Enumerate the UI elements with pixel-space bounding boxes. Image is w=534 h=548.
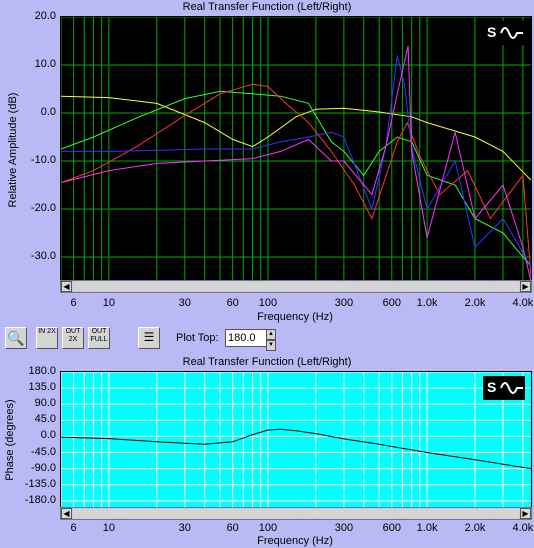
top-chart-title: Real Transfer Function (Left/Right) xyxy=(182,1,352,13)
y-tick-label: 180.0 xyxy=(28,365,56,377)
amplitude-plot[interactable]: S xyxy=(60,16,532,282)
sia-logo-icon-phase: S xyxy=(483,376,525,400)
x-tick-label: 600 xyxy=(382,522,401,534)
settings-list-button[interactable]: ☰ xyxy=(138,327,160,349)
phase-horizontal-scrollbar[interactable]: ◀ ▶ xyxy=(60,507,532,520)
x-tick-label: 10 xyxy=(102,522,116,534)
x-tick-label: 1.0k xyxy=(416,522,438,534)
scroll-left-arrow[interactable]: ◀ xyxy=(61,281,72,292)
x-tick-label: 300 xyxy=(334,522,354,534)
x-tick-label: 1.0k xyxy=(416,297,438,309)
zoom-out-2x-button[interactable]: OUT 2X xyxy=(62,327,84,349)
scroll-track[interactable] xyxy=(73,509,519,518)
zoom-out-full-button[interactable]: OUT FULL xyxy=(88,327,110,349)
phase-chart-title: Real Transfer Function (Left/Right) xyxy=(182,356,352,368)
x-tick-label: 6 xyxy=(70,522,77,534)
x-tick-label: 30 xyxy=(178,297,191,309)
y-tick-label: 10.0 xyxy=(34,58,56,70)
x-tick-label: 100 xyxy=(258,522,278,534)
y-tick-label: 20.0 xyxy=(34,10,56,22)
series-line xyxy=(61,428,531,470)
x-tick-label: 6 xyxy=(70,297,77,309)
amplitude-horizontal-scrollbar[interactable]: ◀ ▶ xyxy=(60,280,532,293)
x-tick-label: 60 xyxy=(226,522,239,534)
amplitude-y-label: Relative Amplitude (dB) xyxy=(7,92,19,208)
amplitude-chart-svg xyxy=(61,17,531,281)
svg-text:S: S xyxy=(487,379,496,395)
svg-text:S: S xyxy=(487,24,496,40)
scroll-right-arrow[interactable]: ▶ xyxy=(520,281,531,292)
sia-logo-icon: S xyxy=(483,21,525,45)
phase-chart-svg xyxy=(61,372,531,508)
x-tick-label: 10 xyxy=(102,297,116,309)
plot-top-input[interactable] xyxy=(225,329,271,347)
x-tick-label: 4.0k xyxy=(512,522,534,534)
y-tick-label: -180.0 xyxy=(24,493,56,506)
phase-plot[interactable]: S xyxy=(60,371,532,509)
phase-x-label: Frequency (Hz) xyxy=(257,535,333,547)
series-line xyxy=(61,45,531,281)
x-tick-label: 30 xyxy=(178,522,191,534)
series-line xyxy=(61,90,531,267)
plot-top-label: Plot Top: xyxy=(176,332,219,344)
phase-y-label: Phase (degrees) xyxy=(4,399,16,481)
zoom-out-full-label: OUT FULL xyxy=(90,328,108,343)
list-icon: ☰ xyxy=(143,330,155,344)
scroll-track[interactable] xyxy=(73,282,519,291)
x-tick-label: 60 xyxy=(226,297,239,309)
zoom-in-2x-button[interactable]: IN 2X xyxy=(36,327,58,349)
x-tick-label: 4.0k xyxy=(512,297,534,309)
x-tick-label: 600 xyxy=(382,297,401,309)
scroll-right-arrow[interactable]: ▶ xyxy=(520,508,531,519)
scroll-left-arrow[interactable]: ◀ xyxy=(61,508,72,519)
spin-down-icon[interactable]: ▼ xyxy=(266,340,276,351)
x-tick-label: 300 xyxy=(334,297,354,309)
x-tick-label: 2.0k xyxy=(464,297,486,309)
zoom-tool-button[interactable]: 🔍 xyxy=(5,327,27,349)
zoom-out-2x-label: OUT 2X xyxy=(65,328,81,343)
spin-up-icon[interactable]: ▲ xyxy=(266,329,276,340)
y-tick-label: -30.0 xyxy=(30,250,56,262)
plot-top-spinner[interactable]: ▲ ▼ xyxy=(266,329,276,351)
amplitude-x-label: Frequency (Hz) xyxy=(257,311,333,323)
magnifier-icon: 🔍 xyxy=(7,330,25,346)
x-tick-label: 2.0k xyxy=(464,522,486,534)
x-tick-label: 100 xyxy=(258,297,278,309)
zoom-in-2x-label: IN 2X xyxy=(38,328,56,335)
